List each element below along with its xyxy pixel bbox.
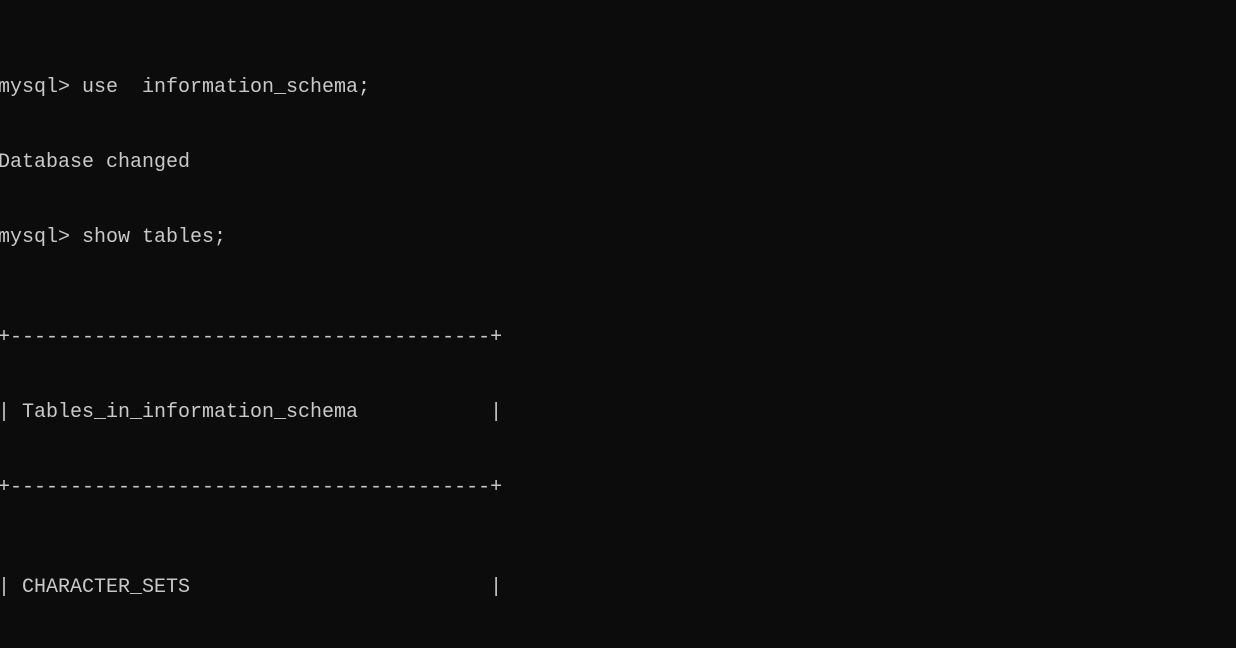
terminal-line-command-show-tables: mysql> show tables;: [0, 226, 227, 249]
terminal-window[interactable]: mysql> use information_schema; Database …: [0, 0, 1236, 648]
terminal-screen[interactable]: mysql> use information_schema; Database …: [0, 0, 502, 648]
table-column-header-row: | Tables_in_information_schema |: [0, 401, 503, 424]
table-border-header-separator: +---------------------------------------…: [0, 476, 503, 499]
table-border-top: +---------------------------------------…: [0, 326, 503, 349]
table-row: | CHARACTER_SETS |: [0, 576, 503, 599]
terminal-line-status-database-changed: Database changed: [0, 151, 191, 174]
terminal-line-command-use: mysql> use information_schema;: [0, 76, 371, 99]
